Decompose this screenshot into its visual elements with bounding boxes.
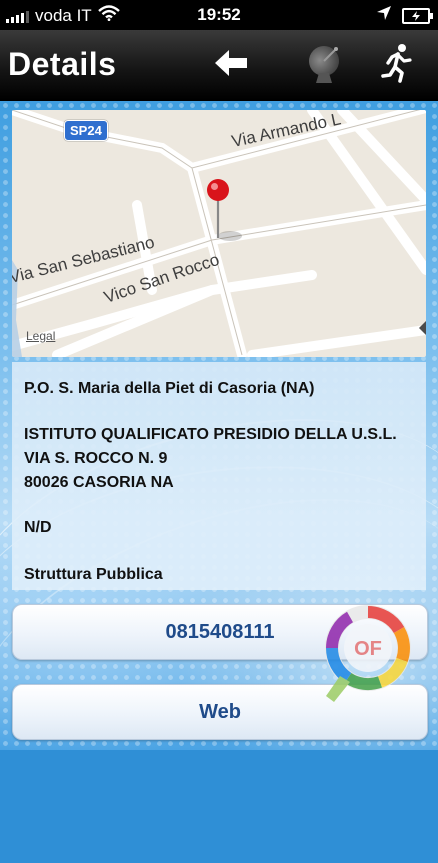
map-legal-link[interactable]: Legal: [26, 329, 55, 343]
facility-type: Struttura Pubblica: [24, 566, 163, 583]
facility-name: P.O. S. Maria della Piet di Casoria (NA): [24, 380, 315, 397]
status-time: 19:52: [197, 5, 241, 24]
facility-notes: N/D: [24, 519, 52, 536]
radar-dish-icon: [305, 41, 345, 90]
radar-button[interactable]: [300, 42, 350, 88]
location-map[interactable]: SP24 Via Armando L Via San Sebastiano Vi…: [12, 110, 426, 357]
location-arrow-icon: [376, 5, 392, 26]
page-title: Details: [8, 46, 117, 82]
address-line: VIA S. ROCCO N. 9: [24, 450, 168, 467]
route-shield-sp24: SP24: [64, 120, 108, 141]
logo-text: OF: [354, 638, 382, 660]
back-arrow-icon: [213, 48, 249, 83]
nav-bar: Details: [0, 30, 438, 101]
details-panel: P.O. S. Maria della Piet di Casoria (NA)…: [12, 362, 426, 590]
running-man-icon: [380, 43, 414, 88]
battery-charging-icon: [402, 7, 433, 24]
address-line: ISTITUTO QUALIFICATO PRESIDIO DELLA U.S.…: [24, 426, 397, 443]
address-line: 80026 CASORIA NA: [24, 474, 174, 491]
app-logo-icon: OF: [320, 600, 420, 710]
phone-number-label: 0815408111: [165, 620, 275, 643]
exit-button[interactable]: [372, 42, 422, 88]
back-button[interactable]: [206, 42, 256, 88]
facility-address: ISTITUTO QUALIFICATO PRESIDIO DELLA U.S.…: [24, 423, 416, 495]
web-button-label: Web: [199, 700, 241, 723]
status-bar: voda IT 19:52: [0, 0, 438, 30]
